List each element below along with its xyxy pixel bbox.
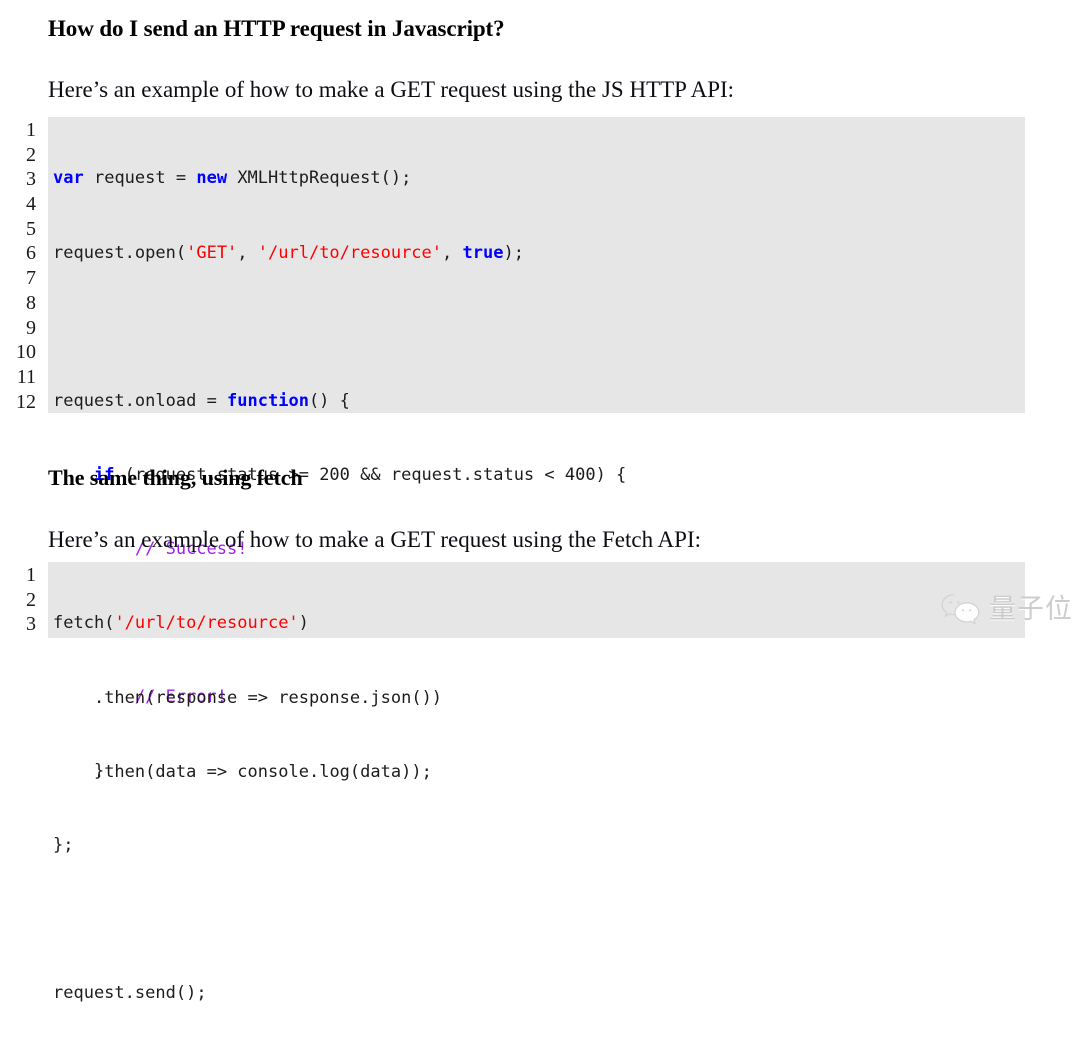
line-number: 11 bbox=[16, 365, 36, 388]
line-number: 4 bbox=[26, 193, 36, 216]
section-paragraph-fetch: Here’s an example of how to make a GET r… bbox=[48, 527, 701, 552]
line-number: 2 bbox=[26, 588, 36, 611]
line-number: 6 bbox=[26, 242, 36, 265]
code-line: request.onload = function() { bbox=[53, 390, 350, 411]
code-line: fetch('/url/to/resource') bbox=[53, 613, 309, 634]
code-line: .then(response => response.json()) bbox=[53, 687, 443, 708]
code-line: var request = new XMLHttpRequest(); bbox=[53, 168, 412, 189]
line-number: 3 bbox=[26, 168, 36, 191]
line-number: 10 bbox=[16, 341, 36, 364]
line-number: 1 bbox=[26, 564, 36, 586]
line-number: 7 bbox=[26, 267, 36, 290]
line-number: 1 bbox=[26, 119, 36, 141]
line-number: 5 bbox=[26, 217, 36, 240]
line-number: 9 bbox=[26, 316, 36, 339]
code-line: request.send(); bbox=[53, 983, 207, 1004]
code-line: }; bbox=[53, 835, 74, 856]
code-content[interactable]: var request = new XMLHttpRequest(); requ… bbox=[48, 117, 1025, 1003]
code-line-numbers: 1 2 3 bbox=[0, 563, 36, 637]
code-content[interactable]: fetch('/url/to/resource') .then(response… bbox=[48, 562, 1025, 782]
line-number: 3 bbox=[26, 613, 36, 636]
section-heading-fetch: The same thing, using fetch bbox=[48, 465, 303, 490]
section-paragraph-http-request: Here’s an example of how to make a GET r… bbox=[48, 77, 735, 102]
document-page: How do I send an HTTP request in Javascr… bbox=[0, 0, 1080, 1003]
code-line: request.open('GET', '/url/to/resource', … bbox=[53, 242, 524, 263]
line-number: 8 bbox=[26, 291, 36, 314]
code-line-numbers: 1 2 3 4 5 6 7 8 9 10 11 12 bbox=[0, 118, 36, 414]
line-number: 12 bbox=[16, 390, 36, 413]
line-number: 2 bbox=[26, 143, 36, 166]
code-line: .then(data => console.log(data)); bbox=[53, 761, 432, 782]
section-heading-http-request: How do I send an HTTP request in Javascr… bbox=[48, 16, 505, 41]
